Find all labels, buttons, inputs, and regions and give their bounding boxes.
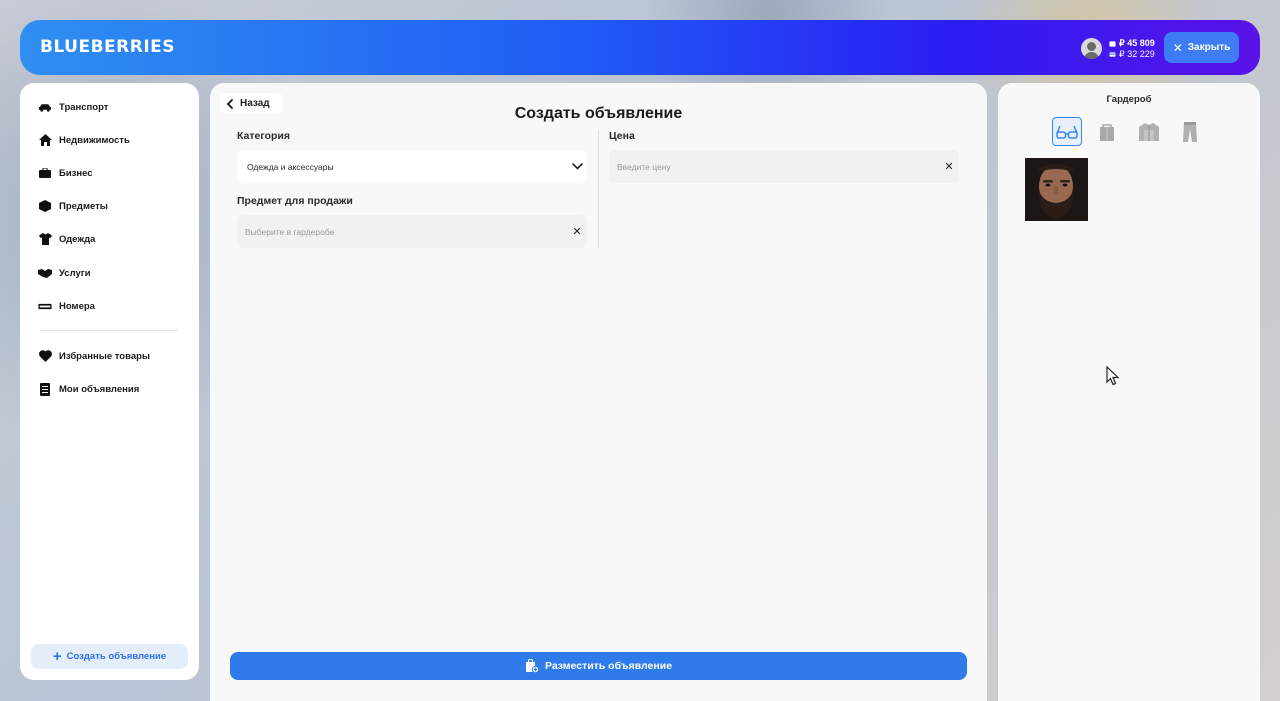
price-input[interactable]: Введите цену ✕ [609,150,959,183]
box-icon [38,199,52,213]
price-label: Цена [609,130,635,142]
create-ad-button[interactable]: + Создать объявление [31,644,188,669]
submit-ad-button[interactable]: Разместить объявление [230,652,967,680]
close-button[interactable]: ✕ Закрыть [1164,32,1239,63]
create-ad-panel: Назад Создать объявление Категория Одежд… [210,83,987,701]
house-icon [38,133,52,147]
shirt-icon [38,232,52,246]
bag-plus-icon [525,659,539,673]
column-divider [598,130,599,248]
clear-price-icon[interactable]: ✕ [939,160,959,173]
wardrobe-panel: Гардероб [998,83,1260,701]
sidebar-divider [40,330,178,331]
sidebar-item-my-ads[interactable]: Мои объявления [38,379,139,399]
wardrobe-item-face[interactable] [1025,158,1088,221]
document-icon [38,382,52,396]
top-bar: BLUEBERRIES ₽ 45 809 ₽ 32 229 ✕ Закрыть [20,20,1260,75]
sidebar-item-favorites[interactable]: Избранные товары [38,346,150,366]
mouse-cursor-icon [1106,366,1120,386]
item-select-field[interactable]: Выберите в гардеробе ✕ [237,215,587,248]
sidebar-item-realty[interactable]: Недвижимость [38,130,130,150]
item-label: Предмет для продажи [237,195,353,207]
card-icon [1109,52,1116,57]
wallet-icon [1109,41,1116,47]
character-face-icon [1025,158,1088,221]
heart-icon [38,349,52,363]
sidebar-item-clothes[interactable]: Одежда [38,229,95,249]
close-icon: ✕ [1172,40,1183,55]
sidebar-item-plates[interactable]: Номера [38,296,95,316]
plus-icon: + [52,648,62,665]
handshake-icon [38,266,52,280]
bank-balance: ₽ 32 229 [1109,49,1155,60]
wardrobe-tab-pants[interactable] [1175,117,1205,146]
car-icon [38,100,52,114]
category-select[interactable]: Одежда и аксессуары [237,150,587,183]
sidebar-item-services[interactable]: Услуги [38,263,91,283]
sidebar-item-items[interactable]: Предметы [38,196,108,216]
sidebar-item-transport[interactable]: Транспорт [38,97,108,117]
wardrobe-title: Гардероб [1106,94,1152,105]
category-label: Категория [237,130,291,142]
pants-icon [1183,121,1197,142]
logo: BLUEBERRIES [40,37,176,57]
wardrobe-tab-glasses[interactable] [1052,117,1082,146]
wardrobe-tab-jacket[interactable] [1134,117,1164,146]
jacket-icon [1139,122,1159,141]
briefcase-icon [38,166,52,180]
cash-balance: ₽ 45 809 [1109,38,1155,49]
sidebar-item-business[interactable]: Бизнес [38,163,93,183]
chevron-down-icon [567,161,587,173]
glasses-icon [1056,125,1078,139]
sidebar: Транспорт Недвижимость Бизнес Предметы О… [20,83,199,680]
license-plate-icon [38,299,52,313]
avatar[interactable] [1081,38,1102,59]
page-title: Создать объявление [514,105,683,122]
wardrobe-tab-bag[interactable] [1092,117,1122,146]
bag-icon [1100,123,1114,141]
clear-item-icon[interactable]: ✕ [567,225,587,238]
